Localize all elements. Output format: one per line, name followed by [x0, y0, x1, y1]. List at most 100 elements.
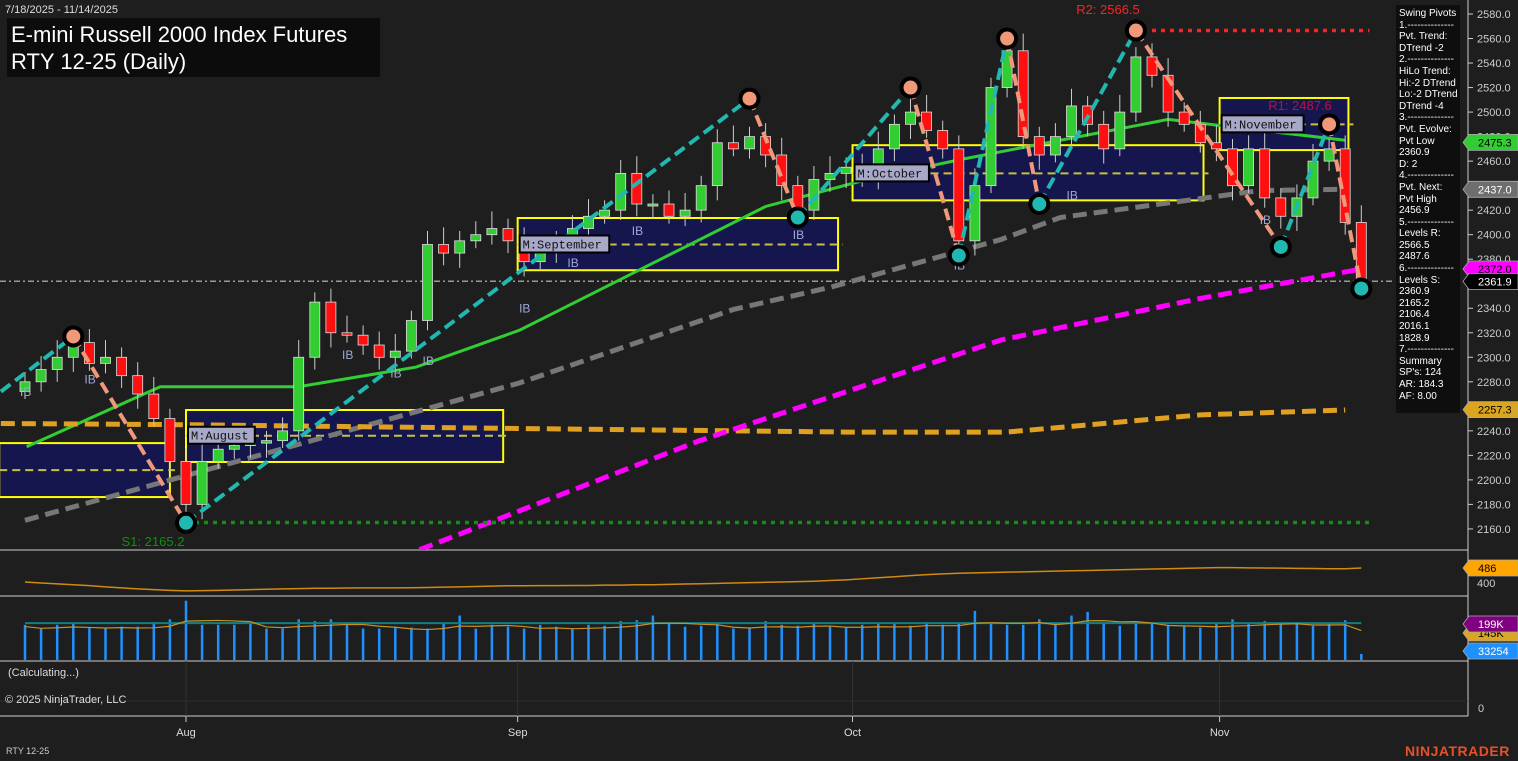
ib-mark: IB — [1067, 189, 1078, 203]
candle-body — [728, 142, 739, 150]
candle-body — [1130, 56, 1142, 113]
month-label: M:November — [1225, 118, 1297, 132]
price-chart[interactable]: Aug Sep Oct Nov 2160.0 2180.0 2200.0 2220.0 2240… — [0, 0, 1518, 761]
ib-mark: IB — [342, 348, 353, 362]
calculating-status: (Calculating...) — [8, 667, 79, 679]
swing-high-marker — [738, 87, 761, 110]
instrument-title: E-mini Russell 2000 Index Futures — [11, 22, 348, 47]
candle-body — [953, 148, 965, 242]
price-badge: 2475.3 — [1478, 137, 1512, 149]
candle-body — [889, 123, 900, 150]
ninjatrader-logo: NINJATRADER — [1405, 743, 1510, 759]
candle-body — [1259, 148, 1271, 199]
zero-tick-label: 0 — [1478, 703, 1484, 715]
pivot-info-line: D: 2 — [1399, 158, 1418, 170]
osc-tick-label: 400 — [1477, 578, 1495, 590]
x-tick-label: Oct — [844, 727, 861, 739]
swing-low-marker — [1350, 277, 1373, 300]
pivot-info-line: Pvt High — [1399, 193, 1437, 205]
candle-body — [486, 228, 498, 236]
candle-body — [309, 301, 321, 358]
pivot-info-line: Pvt. Next: — [1399, 181, 1443, 193]
swing-low-marker — [1269, 235, 1292, 258]
candle-body — [325, 301, 337, 334]
candle-body — [51, 356, 63, 370]
candle-body — [744, 136, 755, 150]
pivot-info-line: Hi:-2 DTrend — [1399, 77, 1456, 89]
price-badge: 2361.9 — [1478, 276, 1512, 288]
price-tick-label: 2580.0 — [1477, 9, 1511, 21]
month-label: M:October — [858, 167, 923, 181]
candle-body — [1243, 148, 1254, 187]
month-label: M:September — [523, 238, 602, 252]
s1-label: S1: 2165.2 — [122, 534, 185, 549]
price-tick-label: 2540.0 — [1477, 58, 1511, 70]
candle-body — [132, 375, 144, 395]
candle-body — [228, 445, 240, 450]
price-tick-label: 2320.0 — [1477, 328, 1511, 340]
price-tick-label: 2160.0 — [1477, 524, 1511, 536]
swing-down-line — [747, 97, 800, 219]
ib-mark: IB — [423, 354, 434, 368]
price-tick-label: 2340.0 — [1477, 303, 1511, 315]
candle-body — [937, 130, 949, 150]
candle-body — [116, 356, 127, 377]
pivot-info-line: Levels S: — [1399, 274, 1441, 286]
candle-body — [679, 209, 691, 217]
candle-body — [1098, 123, 1110, 150]
candle-body — [631, 172, 643, 205]
x-tick-label: Aug — [176, 727, 196, 739]
price-tick-label: 2200.0 — [1477, 475, 1511, 487]
candle-body — [196, 461, 208, 505]
price-tick-label: 2560.0 — [1477, 34, 1511, 46]
candle-body — [341, 332, 353, 336]
candle-body — [373, 344, 385, 358]
candle-body — [35, 369, 47, 383]
oscillator-line — [24, 566, 1362, 592]
pivot-info-line: 2566.5 — [1399, 239, 1430, 251]
ib-mark: IB — [20, 385, 31, 399]
pivot-info-line: DTrend -2 — [1399, 42, 1444, 54]
pivot-info-line: HiLo Trend: — [1399, 65, 1451, 77]
candle-body — [148, 393, 160, 419]
swing-high-marker — [1124, 19, 1147, 42]
pivot-info-line: DTrend -4 — [1399, 100, 1444, 112]
candle-body — [1275, 197, 1287, 217]
ib-mark: IB — [567, 256, 578, 270]
pivot-info-line: Lo:-2 DTrend — [1399, 89, 1458, 101]
pivot-info-line: AR: 184.3 — [1399, 379, 1444, 390]
candle-body — [180, 461, 192, 505]
candle-body — [502, 228, 514, 242]
ib-mark: IB — [793, 228, 804, 242]
ib-mark: IB — [519, 301, 530, 315]
candle-body — [422, 244, 433, 321]
candle-body — [840, 166, 852, 174]
pivot-info-line: 3.-------------- — [1399, 112, 1454, 124]
candle-body — [695, 185, 707, 211]
price-tick-label: 2220.0 — [1477, 450, 1511, 462]
pivot-info-line: 2456.9 — [1399, 205, 1430, 217]
swing-high-marker — [62, 325, 85, 348]
candle-body — [389, 350, 401, 358]
copyright: © 2025 NinjaTrader, LLC — [5, 694, 127, 706]
pivot-info-line: Pvt Low — [1399, 135, 1435, 147]
pivot-info-line: 5.-------------- — [1399, 216, 1454, 228]
volume-avg-badge: 199K — [1478, 619, 1504, 631]
volume-badge: 33254 — [1478, 646, 1509, 658]
pivot-info-line: 2.-------------- — [1399, 54, 1454, 66]
candle-body — [164, 418, 176, 462]
swing-high-marker — [1318, 113, 1341, 136]
pivot-info-line: 2165.2 — [1399, 297, 1430, 309]
swing-low-marker — [175, 511, 197, 534]
swing-low-marker — [1028, 193, 1051, 216]
price-tick-label: 2240.0 — [1477, 426, 1511, 438]
candle-body — [663, 203, 675, 217]
pivot-info-line: 6.-------------- — [1399, 263, 1454, 275]
candle-body — [293, 356, 305, 432]
candle-body — [100, 356, 111, 364]
pivot-info-line: Swing Pivots — [1399, 8, 1457, 19]
swing-high-marker — [899, 76, 922, 99]
candle-body — [1066, 105, 1077, 137]
candle-body — [1050, 136, 1061, 156]
candle-body — [212, 448, 224, 462]
